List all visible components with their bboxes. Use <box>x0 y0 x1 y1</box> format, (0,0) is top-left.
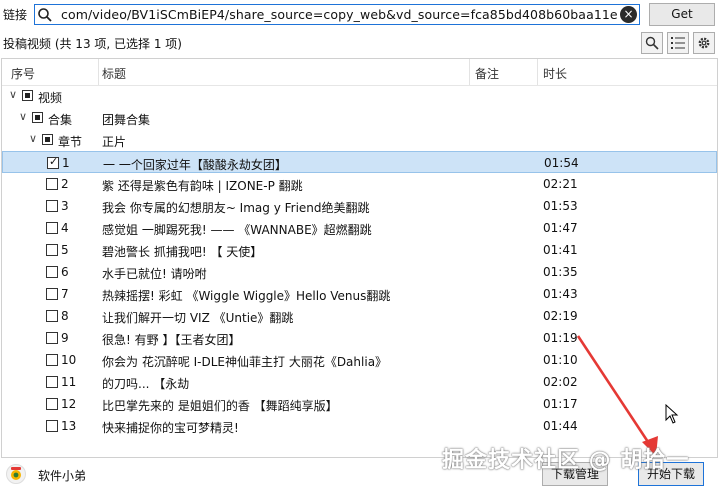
chevron-down-icon[interactable]: ∨ <box>29 132 37 145</box>
chevron-down-icon[interactable]: ∨ <box>19 110 27 123</box>
row-checkbox[interactable] <box>46 398 58 410</box>
filter-search-button[interactable] <box>641 32 663 54</box>
row-title: 紫 还得是紫色有韵味 | IZONE-P 翻跳 <box>102 179 303 193</box>
table-row[interactable]: 5 碧池警长 抓捕我吧! 【 天使】 01:41 <box>2 239 717 261</box>
row-title: 比巴掌先来的 是姐姐们的香 【舞蹈纯享版】 <box>102 399 338 413</box>
row-checkbox[interactable] <box>46 178 58 190</box>
link-label: 链接 <box>3 8 28 22</box>
avatar <box>6 464 26 484</box>
search-icon <box>645 36 659 50</box>
tree-node-label: 合集 <box>48 113 73 127</box>
tri-state-checkbox[interactable] <box>22 90 33 101</box>
chevron-down-icon[interactable]: ∨ <box>9 88 17 101</box>
row-checkbox[interactable] <box>46 354 58 366</box>
row-number: 4 <box>61 221 69 235</box>
selection-summary: 投稿视频 (共 13 项, 已选择 1 项) <box>3 37 182 51</box>
tree-node-videos[interactable]: ∨ 视频 <box>2 85 717 107</box>
list-view-button[interactable] <box>667 32 689 54</box>
gear-icon <box>698 37 710 49</box>
column-header-note[interactable]: 备注 <box>475 65 499 82</box>
row-number: 1 <box>62 156 70 170</box>
url-input[interactable]: com/video/BV1iSCmBiEP4/share_source=copy… <box>34 4 640 25</box>
row-number: 9 <box>61 331 69 345</box>
row-duration: 01:41 <box>543 243 578 257</box>
row-number: 13 <box>61 419 77 433</box>
column-header-number[interactable]: 序号 <box>11 65 35 82</box>
table-row[interactable]: 6 水手已就位! 请吩咐 01:35 <box>2 261 717 283</box>
get-button[interactable]: Get <box>649 3 715 26</box>
table-row[interactable]: 4 感觉姐 一脚踢死我! —— 《WANNABE》超燃翻跳 01:47 <box>2 217 717 239</box>
tree-node-label: 视频 <box>38 91 63 105</box>
row-number: 12 <box>61 397 77 411</box>
row-duration: 01:43 <box>543 287 578 301</box>
row-number: 7 <box>61 287 69 301</box>
row-title: 感觉姐 一脚踢死我! —— 《WANNABE》超燃翻跳 <box>102 223 372 237</box>
table-row[interactable]: 2 紫 还得是紫色有韵味 | IZONE-P 翻跳 02:21 <box>2 173 717 195</box>
tri-state-checkbox[interactable] <box>32 112 43 123</box>
row-title: 快来捕捉你的宝可梦精灵! <box>102 421 239 435</box>
row-checkbox[interactable] <box>46 288 58 300</box>
row-number: 3 <box>61 199 69 213</box>
table-row[interactable]: 8 让我们解开一切 VIZ 《Untie》翻跳 02:19 <box>2 305 717 327</box>
row-checkbox[interactable] <box>46 200 58 212</box>
row-number: 11 <box>61 375 77 389</box>
row-title: 你会为 花沉醉呢 I-DLE神仙菲主打 大丽花《Dahlia》 <box>102 355 388 369</box>
row-checkbox[interactable] <box>46 332 58 344</box>
row-duration: 02:19 <box>543 309 578 323</box>
tree-node-label: 章节 <box>58 135 83 149</box>
table-row[interactable]: 3 我会 你专属的幻想朋友~ Imag y Friend绝美翻跳 01:53 <box>2 195 717 217</box>
row-checkbox[interactable] <box>46 310 58 322</box>
annotation-arrow <box>576 335 658 456</box>
row-title: 很急! 有野 】【王者女团】 <box>102 333 241 347</box>
watermark: 掘金技术社区 @ 胡拾一 <box>442 448 690 473</box>
row-duration: 01:54 <box>544 156 579 170</box>
row-duration: 01:47 <box>543 221 578 235</box>
row-checkbox[interactable] <box>46 244 58 256</box>
row-checkbox[interactable]: ✓ <box>47 155 59 169</box>
search-icon <box>38 8 52 22</box>
check-icon: ✓ <box>49 155 59 168</box>
row-number: 8 <box>61 309 69 323</box>
column-header-title[interactable]: 标题 <box>102 65 126 82</box>
row-number: 6 <box>61 265 69 279</box>
row-title: 一 一个回家过年【酸酸永劫女团】 <box>103 158 287 172</box>
row-duration: 02:21 <box>543 177 578 191</box>
row-title: 水手已就位! 请吩咐 <box>102 267 207 281</box>
row-checkbox[interactable] <box>46 266 58 278</box>
row-checkbox[interactable] <box>46 376 58 388</box>
row-title: 热辣摇摆! 彩虹 《Wiggle Wiggle》Hello Venus翻跳 <box>102 289 391 303</box>
row-duration: 01:35 <box>543 265 578 279</box>
logo-icon <box>11 467 21 480</box>
mouse-cursor-icon <box>665 404 679 424</box>
table-header: 序号 标题 备注 时长 <box>2 59 717 86</box>
author-name: 软件小弟 <box>38 469 87 483</box>
tree-node-title: 正片 <box>102 135 127 149</box>
row-title: 的刀吗... 【永劫 <box>102 377 190 391</box>
row-checkbox[interactable] <box>46 420 58 432</box>
tri-state-checkbox[interactable] <box>42 134 53 145</box>
row-number: 2 <box>61 177 69 191</box>
table-row[interactable]: 7 热辣摇摆! 彩虹 《Wiggle Wiggle》Hello Venus翻跳 01… <box>2 283 717 305</box>
row-title: 碧池警长 抓捕我吧! 【 天使】 <box>102 245 263 259</box>
list-icon <box>671 37 685 49</box>
column-header-duration[interactable]: 时长 <box>543 65 567 82</box>
row-number: 10 <box>61 353 77 367</box>
url-text[interactable]: com/video/BV1iSCmBiEP4/share_source=copy… <box>61 7 617 23</box>
clear-icon[interactable]: × <box>620 6 637 23</box>
row-checkbox[interactable] <box>46 222 58 234</box>
tree-node-collection[interactable]: ∨ 合集 团舞合集 <box>2 107 717 129</box>
row-number: 5 <box>61 243 69 257</box>
row-title: 我会 你专属的幻想朋友~ Imag y Friend绝美翻跳 <box>102 201 370 215</box>
settings-button[interactable] <box>693 32 715 54</box>
table-row[interactable]: ✓ 1 一 一个回家过年【酸酸永劫女团】 01:54 <box>2 151 717 173</box>
tree-node-title: 团舞合集 <box>102 113 151 127</box>
tree-node-chapter[interactable]: ∨ 章节 正片 <box>2 129 717 151</box>
row-title: 让我们解开一切 VIZ 《Untie》翻跳 <box>102 311 294 325</box>
row-duration: 01:53 <box>543 199 578 213</box>
